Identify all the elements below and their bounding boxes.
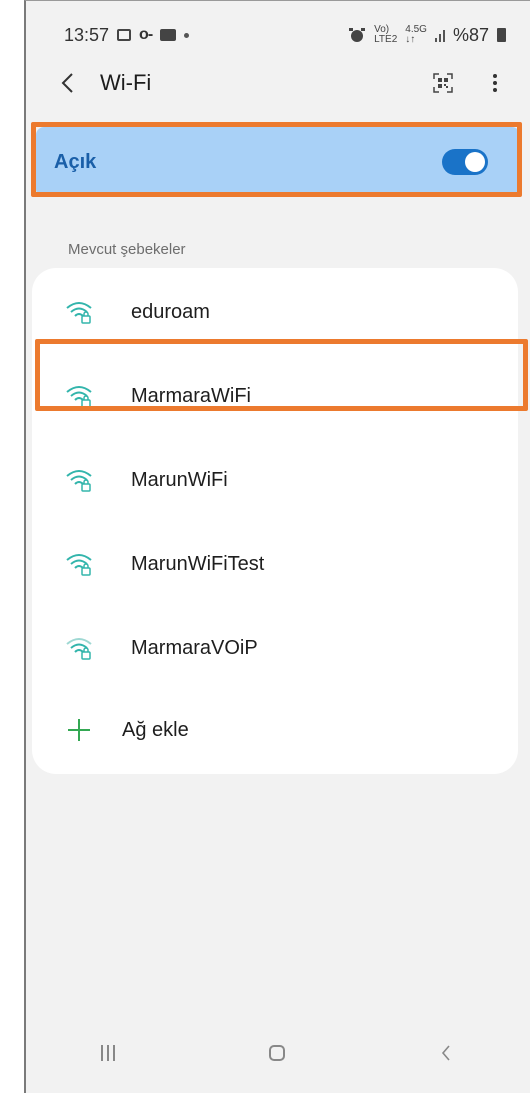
wifi-toggle-label: Açık xyxy=(54,150,97,173)
status-time: 13:57 xyxy=(64,24,110,45)
network-item[interactable]: MarunWiFi xyxy=(32,438,518,522)
available-networks-header: Mevcut şebekeler xyxy=(68,241,186,258)
navigation-bar xyxy=(24,1013,530,1093)
more-options-button[interactable] xyxy=(480,66,510,100)
wifi-locked-icon xyxy=(66,638,92,660)
switch-knob xyxy=(465,152,485,172)
status-bar: 13:57 o- Vo) LTE2 4.5G ↓↑ %87 xyxy=(64,21,506,49)
battery-percent: %87 xyxy=(452,24,489,45)
network-name: MarunWiFi xyxy=(131,468,228,491)
back-button[interactable] xyxy=(60,63,96,103)
network-item[interactable]: eduroam xyxy=(32,270,518,354)
more-vert-icon xyxy=(493,74,497,92)
networks-list: eduroam MarmaraWiFi MarunWiFi MarunWiFiT… xyxy=(32,268,518,774)
notification-dot-icon xyxy=(184,32,190,38)
media-icon xyxy=(160,29,177,41)
network-name: MarunWiFiTest xyxy=(131,552,265,575)
add-network-label: Ağ ekle xyxy=(122,718,189,741)
wifi-locked-icon xyxy=(66,302,92,324)
volte-indicator: Vo) LTE2 xyxy=(374,25,397,45)
data-activity-icon: ↓↑ xyxy=(405,34,416,45)
home-button[interactable] xyxy=(247,1028,307,1078)
page-title: Wi-Fi xyxy=(100,70,152,95)
qr-scan-button[interactable] xyxy=(428,66,458,100)
gallery-icon xyxy=(117,29,132,41)
chevron-left-icon xyxy=(61,73,73,93)
wifi-locked-icon xyxy=(66,470,92,492)
qr-code-icon xyxy=(433,73,453,93)
network-name: eduroam xyxy=(131,300,210,323)
plus-icon xyxy=(66,717,92,743)
wifi-toggle-row[interactable]: Açık xyxy=(36,127,520,197)
alarm-icon xyxy=(349,28,366,42)
home-icon xyxy=(268,1045,285,1061)
wifi-toggle-switch[interactable] xyxy=(442,149,488,175)
network-item[interactable]: MarunWiFiTest xyxy=(32,522,518,606)
nav-back-button[interactable] xyxy=(416,1028,476,1078)
network-name: MarmaraVOiP xyxy=(131,636,258,659)
add-network-item[interactable]: Ağ ekle xyxy=(32,688,518,772)
network-item[interactable]: MarmaraVOiP xyxy=(32,606,518,690)
app-bar: Wi-Fi xyxy=(60,61,510,105)
battery-icon xyxy=(497,28,506,42)
signal-bars-icon xyxy=(434,28,445,42)
wifi-locked-icon xyxy=(66,554,92,576)
back-arrow-icon xyxy=(441,1045,450,1061)
network-item[interactable]: MarmaraWiFi xyxy=(32,354,518,438)
network-name: MarmaraWiFi xyxy=(131,384,251,407)
recents-button[interactable] xyxy=(78,1028,138,1078)
network-type: 4.5G ↓↑ xyxy=(405,25,427,45)
recents-icon xyxy=(101,1045,116,1061)
wifi-locked-icon xyxy=(66,386,92,408)
lte-label: LTE2 xyxy=(374,34,398,45)
vpn-key-icon: o- xyxy=(139,26,153,43)
